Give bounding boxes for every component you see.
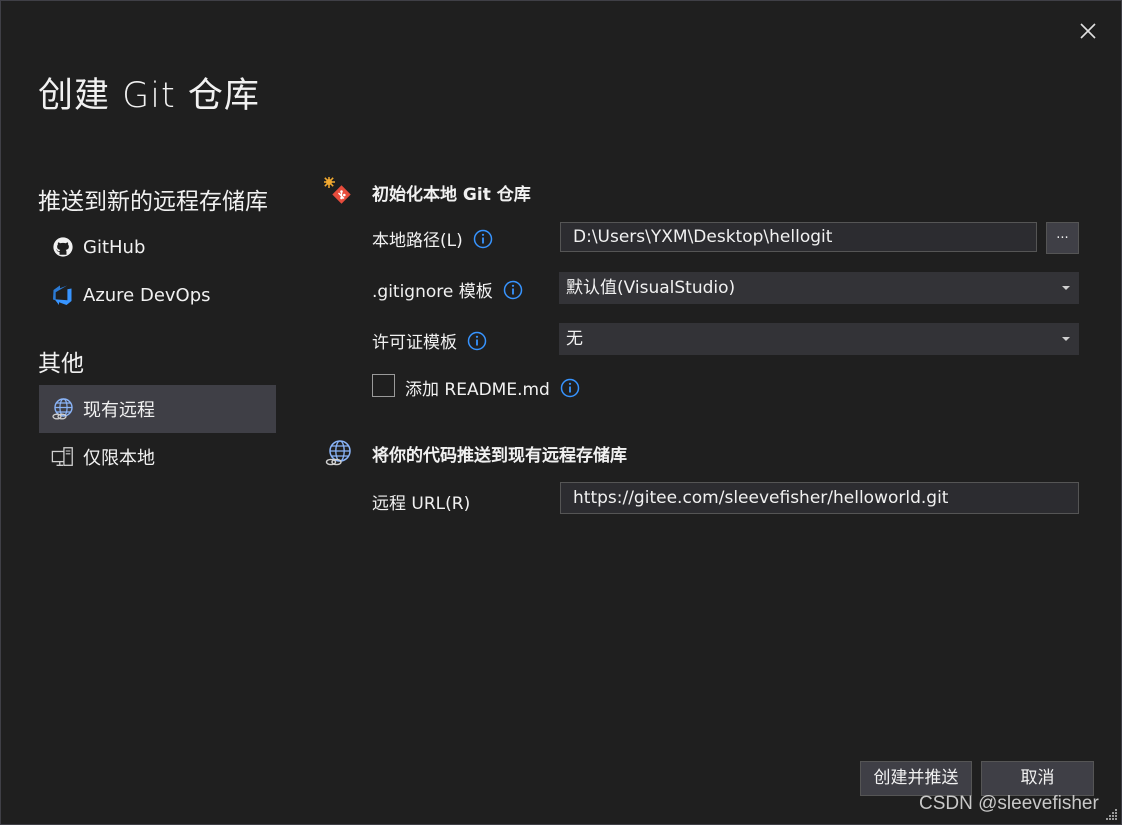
- sidebar-item-github[interactable]: GitHub: [39, 223, 276, 271]
- info-icon[interactable]: [560, 378, 580, 398]
- globe-remote-icon: [324, 438, 354, 468]
- azure-devops-icon: [51, 283, 75, 307]
- local-path-input[interactable]: D:\Users\YXM\Desktop\hellogit: [560, 222, 1037, 252]
- local-only-icon: [51, 445, 75, 469]
- close-icon: [1080, 23, 1096, 39]
- chevron-down-icon: [1062, 337, 1070, 341]
- sidebar-item-existing-remote[interactable]: 现有远程: [39, 385, 276, 433]
- license-label-text: 许可证模板: [372, 333, 457, 353]
- create-git-repo-dialog: 创建 Git 仓库 推送到新的远程存储库 GitHub Azure DevOps…: [0, 0, 1122, 825]
- license-template-value: 无: [566, 329, 583, 349]
- sidebar-item-label: GitHub: [83, 236, 146, 258]
- push-existing-remote-heading-text: 将你的代码推送到现有远程存储库: [372, 445, 627, 466]
- init-local-repo-heading: 初始化本地 Git 仓库: [324, 177, 531, 207]
- dialog-title: 创建 Git 仓库: [38, 76, 260, 116]
- watermark: CSDN @sleevefisher: [919, 793, 1099, 814]
- cancel-button[interactable]: 取消: [981, 761, 1094, 796]
- sidebar-item-label: 仅限本地: [83, 448, 155, 469]
- gitignore-template-value: 默认值(VisualStudio): [566, 278, 736, 298]
- info-icon[interactable]: [473, 229, 493, 249]
- init-local-repo-heading-text: 初始化本地 Git 仓库: [372, 184, 531, 205]
- gitignore-label: .gitignore 模板: [372, 277, 523, 302]
- sidebar-item-label: 现有远程: [83, 400, 155, 421]
- add-readme-checkbox[interactable]: [372, 374, 395, 397]
- existing-remote-icon: [51, 397, 75, 421]
- add-readme-label: 添加 README.md: [405, 375, 580, 400]
- push-new-remote-heading: 推送到新的远程存储库: [38, 189, 268, 215]
- license-label: 许可证模板: [372, 328, 487, 353]
- info-icon[interactable]: [467, 331, 487, 351]
- license-template-select[interactable]: 无: [559, 323, 1079, 355]
- git-init-icon: [324, 177, 354, 207]
- github-icon: [51, 235, 75, 259]
- chevron-down-icon: [1062, 286, 1070, 290]
- resize-grip-icon[interactable]: [1104, 807, 1118, 821]
- create-and-push-button[interactable]: 创建并推送: [860, 761, 972, 796]
- local-path-label-text: 本地路径(L): [372, 231, 463, 251]
- add-readme-label-text: 添加 README.md: [405, 380, 550, 400]
- close-button[interactable]: [1076, 19, 1100, 43]
- info-icon[interactable]: [503, 280, 523, 300]
- remote-url-input[interactable]: https://gitee.com/sleevefisher/helloworl…: [560, 482, 1079, 514]
- remote-url-label: 远程 URL(R): [372, 494, 471, 514]
- sidebar-item-azure-devops[interactable]: Azure DevOps: [39, 271, 276, 319]
- sidebar-item-local-only[interactable]: 仅限本地: [39, 433, 276, 481]
- gitignore-label-text: .gitignore 模板: [372, 282, 493, 302]
- gitignore-template-select[interactable]: 默认值(VisualStudio): [559, 272, 1079, 304]
- push-existing-remote-heading: 将你的代码推送到现有远程存储库: [324, 438, 627, 468]
- local-path-label: 本地路径(L): [372, 226, 493, 251]
- sidebar-item-label: Azure DevOps: [83, 284, 211, 306]
- other-heading: 其他: [38, 351, 84, 377]
- browse-button[interactable]: ...: [1046, 222, 1079, 254]
